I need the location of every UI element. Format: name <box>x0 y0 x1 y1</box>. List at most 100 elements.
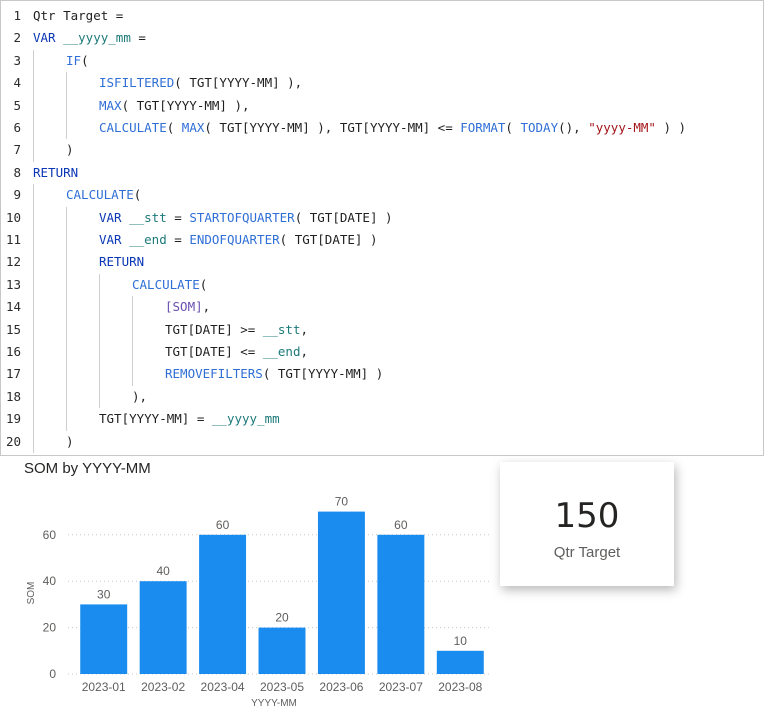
code-token: CALCULATE <box>132 276 200 292</box>
code-token: , <box>202 299 211 315</box>
code-token: RETURN <box>99 254 145 270</box>
code-token: STARTOFQUARTER <box>189 209 295 225</box>
indent-guide <box>33 49 34 162</box>
code-text: VAR __yyyy_mm = <box>33 27 146 49</box>
code-line[interactable]: 20) <box>1 431 765 453</box>
code-token: = <box>166 209 190 225</box>
code-token: CALCULATE <box>66 187 134 203</box>
line-number: 2 <box>13 30 21 46</box>
code-token: Qtr Target = <box>33 8 124 23</box>
bar[interactable] <box>317 511 365 674</box>
bar[interactable] <box>80 604 128 674</box>
indent-guide <box>66 206 67 431</box>
dax-code-editor[interactable]: 1 Qtr Target = 2 VAR __yyyy_mm = 3 IF( 4 ISFILT… <box>0 0 764 456</box>
data-label: 10 <box>454 634 468 648</box>
code-token: ( TGT[YYYY-MM] ), <box>174 75 303 91</box>
code-token: ENDOFQUARTER <box>189 232 280 247</box>
code-text: ) <box>66 139 74 161</box>
code-token: ) <box>66 142 74 158</box>
bar[interactable] <box>377 534 425 674</box>
bar[interactable] <box>436 650 484 674</box>
code-text: MAX( TGT[YYYY-MM] ), <box>99 95 250 117</box>
code-token: ( <box>199 276 208 292</box>
code-token: , <box>300 321 309 337</box>
qtr-target-card[interactable]: 150 Qtr Target <box>500 462 674 586</box>
x-tick-label: 2023-04 <box>201 680 245 694</box>
code-token: TODAY <box>520 120 559 135</box>
code-line[interactable]: 9 CALCULATE( <box>1 184 765 206</box>
line-number: 4 <box>13 75 21 91</box>
code-token: = <box>130 30 146 46</box>
x-tick-label: 2023-07 <box>379 680 423 694</box>
code-token: ( <box>133 187 142 203</box>
code-token: VAR <box>33 30 64 46</box>
code-token: ( TGT[YYYY-MM] ), <box>121 97 250 113</box>
code-text: RETURN <box>33 162 78 184</box>
code-token: "yyyy-MM" <box>588 120 656 135</box>
line-number: 20 <box>5 433 21 449</box>
code-line[interactable]: 2 VAR __yyyy_mm = <box>1 27 765 49</box>
line-number: 14 <box>5 299 21 315</box>
code-token: ) ) <box>655 120 687 135</box>
code-line[interactable]: 16 TGT[DATE] <= __end, <box>1 341 765 363</box>
data-label: 40 <box>156 564 170 578</box>
card-value: 150 <box>554 496 620 536</box>
code-token: ( TGT[YYYY-MM] ), TGT[YYYY-MM] <= <box>204 120 461 135</box>
code-token: ( TGT[DATE] ) <box>294 209 393 225</box>
code-text: RETURN <box>99 251 144 273</box>
code-token: , <box>300 344 309 359</box>
line-number: 15 <box>5 321 21 337</box>
code-line[interactable]: 14 [SOM], <box>1 296 765 318</box>
code-token: MAX <box>99 97 122 113</box>
som-bar-chart[interactable]: 0 20 40 60 30 2023-01 40 2023-02 60 2023-04 20 2023… <box>0 480 496 716</box>
bar[interactable] <box>139 581 187 674</box>
code-token: REMOVEFILTERS <box>165 366 263 382</box>
code-line[interactable]: 15 TGT[DATE] >= __stt, <box>1 319 765 341</box>
code-token: ISFILTERED <box>99 75 175 91</box>
x-tick-label: 2023-05 <box>260 680 304 694</box>
chart-title: SOM by YYYY-MM <box>24 460 151 477</box>
y-tick-label: 60 <box>43 528 57 542</box>
code-line[interactable]: 7) <box>1 139 765 161</box>
code-text: [SOM], <box>165 296 210 318</box>
y-tick-label: 20 <box>43 621 57 635</box>
y-tick-label: 0 <box>49 667 56 681</box>
indent-guide <box>132 296 133 386</box>
x-tick-label: 2023-02 <box>141 680 185 694</box>
code-token: ) <box>66 433 74 449</box>
code-line[interactable]: 1 Qtr Target = <box>1 5 765 27</box>
code-line[interactable]: 11 VAR __end = ENDOFQUARTER( TGT[DATE] ) <box>1 229 765 251</box>
card-label: Qtr Target <box>553 544 621 561</box>
y-tick-label: 40 <box>43 574 57 588</box>
line-number: 9 <box>13 187 21 203</box>
code-line[interactable]: 13 CALCULATE( <box>1 274 765 296</box>
code-line[interactable]: 10 VAR __stt = STARTOFQUARTER( TGT[DATE] … <box>1 207 765 229</box>
code-token: IF <box>66 52 82 68</box>
bar[interactable] <box>258 627 306 674</box>
x-tick-label: 2023-08 <box>438 680 482 694</box>
code-line[interactable]: 18), <box>1 386 765 408</box>
line-number: 7 <box>13 142 21 158</box>
code-line[interactable]: 17 REMOVEFILTERS( TGT[YYYY-MM] ) <box>1 363 765 385</box>
code-line[interactable]: 12 RETURN <box>1 251 765 273</box>
code-token: ( <box>505 120 521 135</box>
code-token: ( TGT[YYYY-MM] ) <box>262 366 384 382</box>
line-number: 16 <box>5 344 21 359</box>
code-line[interactable]: 5 MAX( TGT[YYYY-MM] ), <box>1 95 765 117</box>
code-line[interactable]: 4 ISFILTERED( TGT[YYYY-MM] ), <box>1 72 765 94</box>
data-label: 60 <box>394 518 408 532</box>
code-line[interactable]: 3 IF( <box>1 50 765 72</box>
line-number: 13 <box>5 276 21 292</box>
code-line[interactable]: 8 RETURN <box>1 162 765 184</box>
code-text: REMOVEFILTERS( TGT[YYYY-MM] ) <box>165 363 383 385</box>
code-line[interactable]: 19 TGT[YYYY-MM] = __yyyy_mm <box>1 408 765 430</box>
code-token: ( <box>81 52 89 68</box>
code-token: [SOM] <box>165 299 203 315</box>
code-token: ( <box>166 120 182 135</box>
code-text: TGT[DATE] <= __end, <box>165 341 308 363</box>
line-number: 5 <box>13 97 21 113</box>
bar[interactable] <box>199 534 247 674</box>
line-number: 19 <box>5 411 21 427</box>
code-line[interactable]: 6 CALCULATE( MAX( TGT[YYYY-MM] ), TGT[YYY… <box>1 117 765 139</box>
data-label: 60 <box>216 518 230 532</box>
